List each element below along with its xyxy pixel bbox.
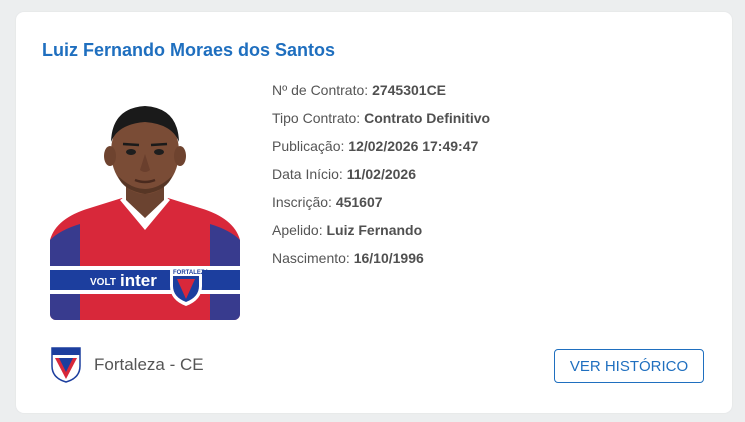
detail-publication: Publicação: 12/02/2026 17:49:47 [272, 135, 490, 163]
detail-start-date: Data Início: 11/02/2026 [272, 163, 490, 191]
player-photo-image: VOLT inter FORTALEZA [50, 106, 240, 320]
detail-value: 16/10/1996 [353, 250, 424, 266]
detail-value: 12/02/2026 17:49:47 [348, 138, 479, 154]
jersey-sponsor: inter [120, 271, 157, 290]
detail-value: 2745301CE [372, 82, 447, 98]
view-history-button[interactable]: VER HISTÓRICO [554, 349, 704, 383]
detail-value: 451607 [335, 194, 383, 210]
detail-value: Luiz Fernando [326, 222, 423, 238]
detail-contract-type: Tipo Contrato: Contrato Definitivo [272, 107, 490, 135]
player-photo: VOLT inter FORTALEZA [50, 90, 240, 320]
player-card: Luiz Fernando Moraes dos Santos VOLT int… [16, 12, 732, 413]
detail-label: Data Início: [272, 166, 347, 182]
detail-label: Nº de Contrato: [272, 82, 373, 98]
detail-label: Nascimento: [272, 250, 354, 266]
detail-label: Apelido: [272, 222, 327, 238]
contract-details: Nº de Contrato: 2745301CE Tipo Contrato:… [272, 79, 490, 275]
jersey-badge-text: FORTALEZA [173, 270, 210, 276]
detail-contract-number: Nº de Contrato: 2745301CE [272, 79, 490, 107]
detail-value: 11/02/2026 [346, 166, 416, 182]
detail-label: Tipo Contrato: [272, 110, 365, 126]
detail-label: Publicação: [272, 138, 349, 154]
jersey-sponsor-prefix: VOLT [90, 277, 116, 288]
detail-value: Contrato Definitivo [364, 110, 491, 126]
player-name: Luiz Fernando Moraes dos Santos [42, 40, 336, 60]
detail-birth-date: Nascimento: 16/10/1996 [272, 247, 490, 275]
detail-label: Inscrição: [272, 194, 336, 210]
fortaleza-crest-icon [51, 347, 81, 383]
detail-registration: Inscrição: 451607 [272, 191, 490, 219]
detail-nickname: Apelido: Luiz Fernando [272, 219, 490, 247]
club-name: Fortaleza - CE [94, 355, 204, 374]
club-info: Fortaleza - CE [50, 346, 204, 384]
